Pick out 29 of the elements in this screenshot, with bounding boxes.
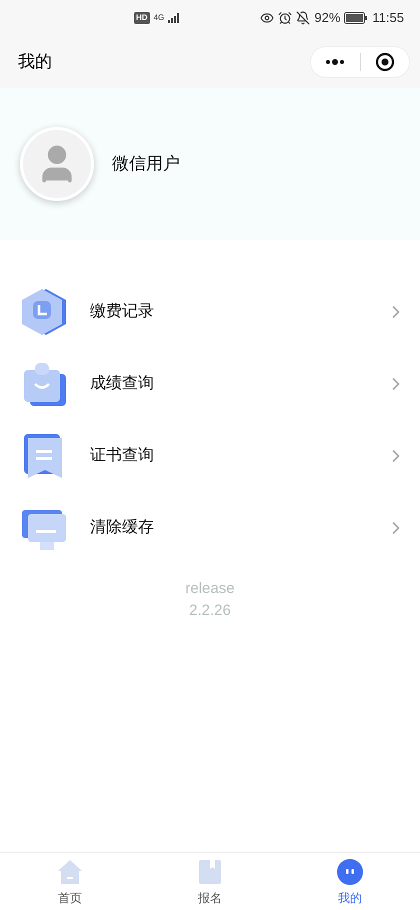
more-icon: [325, 59, 346, 65]
menu-item[interactable]: 清除缓存: [0, 492, 420, 564]
bookmark-icon: [196, 858, 224, 886]
tab[interactable]: 我的: [280, 856, 420, 907]
menu-item[interactable]: 成绩查询: [0, 348, 420, 420]
menu-label: 证书查询: [90, 446, 155, 466]
tab[interactable]: 报名: [140, 856, 280, 907]
network-badge: HD: [134, 12, 150, 24]
clock-time: 11:55: [372, 9, 404, 28]
menu-label: 成绩查询: [90, 374, 155, 394]
tab[interactable]: 首页: [0, 856, 140, 907]
bell-off-icon: [296, 11, 310, 25]
alarm-icon: [278, 11, 292, 25]
home-icon: [56, 858, 84, 886]
menu-item[interactable]: 缴费记录: [0, 276, 420, 348]
battery-icon: [344, 12, 368, 24]
battery-percent: 92%: [314, 9, 340, 28]
face-icon: [336, 858, 364, 886]
version-channel: release: [185, 579, 235, 599]
signal-icon: [168, 13, 180, 23]
user-name: 微信用户: [112, 153, 180, 176]
menu-label: 清除缓存: [90, 518, 155, 538]
page-title: 我的: [18, 51, 52, 74]
network-type: 4G: [154, 12, 164, 24]
target-icon: [374, 52, 395, 72]
menu-item[interactable]: 证书查询: [0, 420, 420, 492]
menu-label: 缴费记录: [90, 302, 155, 322]
version-number: 2.2.26: [189, 601, 231, 621]
eye-icon: [260, 11, 274, 25]
